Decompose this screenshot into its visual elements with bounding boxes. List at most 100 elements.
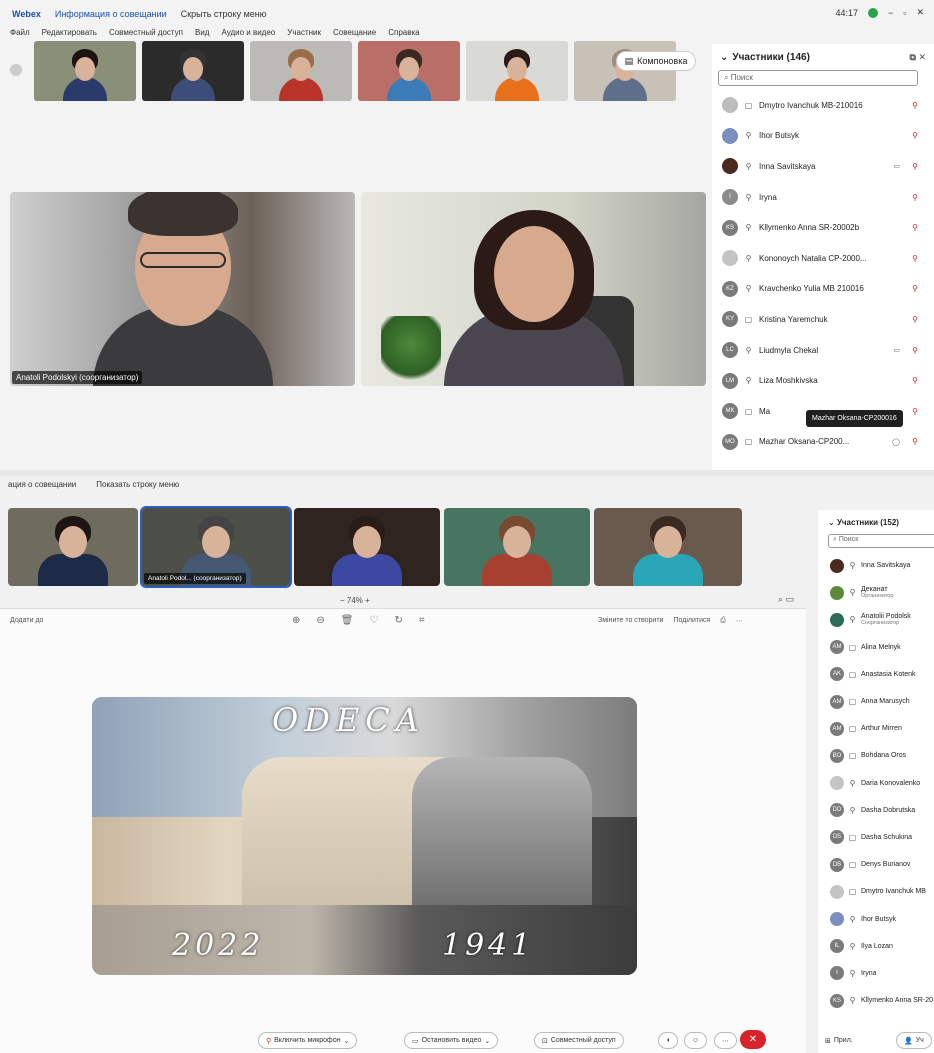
mic-button[interactable]: ⚲ Включить микрофон ⌄ [258,1032,358,1049]
participant-row[interactable]: AM ▢ Alina Melnyk [818,634,934,661]
popout-close-icon[interactable]: ⧉ ✕ [910,52,926,63]
participant-row[interactable]: ⚲ Деканат Организатор [818,579,934,606]
participant-row[interactable]: LM ⚲ Liza Moshkivska ⚲ [712,365,934,396]
reactions-button[interactable]: ☺ [684,1032,708,1049]
chevron-down-icon[interactable]: ⌄ [484,1037,490,1045]
participant-video-thumb[interactable] [594,508,742,586]
participant-row[interactable]: ⚲ Inna Savitskaya [818,552,934,579]
close-button[interactable]: ✕ [916,7,924,18]
menu-item[interactable]: Совещание [333,28,376,42]
minimize-button[interactable]: − [888,8,893,18]
participant-row[interactable]: DS ▢ Dasha Schukina [818,824,934,851]
view-options-icon[interactable]: ⌕ ▭ [778,594,794,605]
participant-video-thumb[interactable] [466,41,568,101]
mic-muted-icon[interactable]: ⚲ [912,376,918,385]
participant-row[interactable]: ⚲ Inna Savitskaya ▭ ⚲ [712,151,934,182]
participant-row[interactable]: LC ⚲ Liudmyla Chekal ▭ ⚲ [712,335,934,366]
participant-row[interactable]: AK ▢ Anastasia Kotenk [818,661,934,688]
participant-row[interactable]: KY ▢ Kristina Yaremchuk ⚲ [712,304,934,335]
video-button[interactable]: ▭ Остановить видео ⌄ [404,1032,499,1049]
participant-row[interactable]: KZ ⚲ Kravchenko Yulia MB 210016 ⚲ [712,274,934,305]
participant-row[interactable]: DD ⚲ Dasha Dobrutska [818,797,934,824]
participant-row[interactable]: KS ⚲ Kllymenko Anna SR-20002b ⚲ [712,212,934,243]
hide-menu-button[interactable]: Скрыть строку меню [181,9,267,19]
menu-item[interactable]: Файл [10,28,30,42]
layout-button[interactable]: ▤ Компоновка [616,51,696,71]
participant-row[interactable]: ▢ Dmytro Ivanchuk MB-210016 ⚲ [712,90,934,121]
heart-icon[interactable]: ♡ [369,615,378,626]
mic-muted-icon[interactable]: ⚲ [912,437,918,446]
chevron-down-icon[interactable]: ⌄ [828,518,835,527]
more-icon[interactable]: ⋯ [736,617,743,625]
participant-row[interactable]: KS ⚲ Kllymenko Anna SR-20 [818,987,934,1014]
menu-item[interactable]: Редактировать [42,28,97,42]
menu-item[interactable]: Совместный доступ [109,28,183,42]
restore-button[interactable]: ▫ [903,8,906,18]
participant-row[interactable]: ⚲ Ihor Butsyk ⚲ [712,121,934,152]
crop-icon[interactable]: ⌗ [419,615,425,626]
meeting-info-button[interactable]: Информация о совещании [55,9,167,19]
chevron-down-icon[interactable]: ⌄ [344,1037,350,1045]
participants-header[interactable]: ⌄ Участники (152) [818,510,934,532]
participant-row[interactable]: ▢ Dmytro Ivanchuk MB [818,878,934,905]
edit-create-button[interactable]: Зміните то створити [598,617,663,625]
participant-row[interactable]: BO ▢ Bohdana Oros [818,742,934,769]
participant-row[interactable]: I ⚲ Iryna ⚲ [712,182,934,213]
participants-toggle-button[interactable]: 👤 Уч [896,1032,932,1049]
participants-search-input[interactable]: ⌕ Поиск [718,70,918,86]
participant-row[interactable]: I ⚲ Iryna [818,960,934,987]
print-icon[interactable]: ⎙ [720,617,726,625]
share-button[interactable]: Поділитися [673,617,710,625]
participant-row[interactable]: ⚲ Anatolii Podolsk Соорганизатор [818,606,934,633]
add-to-button[interactable]: Додати до [10,617,43,624]
main-video-tile[interactable]: Anatoli Podolskyi (соорганизатор) [10,192,355,386]
participants-header[interactable]: ⌄ Участники (146) ⧉ ✕ [712,44,934,70]
zoom-out-icon[interactable]: ⊖ [316,615,324,626]
zoom-in-icon[interactable]: ⊕ [292,615,300,626]
chevron-down-icon[interactable]: ⌄ [720,52,728,63]
participant-row[interactable]: MO ▢ Mazhar Oksana-CP200... ◯ ⚲ [712,427,934,458]
participant-row[interactable]: ⚲ Kononoych Natalia CP-2000... ⚲ [712,243,934,274]
delete-icon[interactable]: 🗑 [341,615,354,626]
apps-button[interactable]: ⊞ Прил. [818,1032,860,1049]
participant-row[interactable]: AM ▢ Arthur Mirren [818,715,934,742]
participant-row[interactable]: ⚲ Ihor Butsyk [818,905,934,932]
menu-item[interactable]: Участник [287,28,321,42]
menu-item[interactable]: Аудио и видео [221,28,275,42]
participant-video-thumb[interactable] [250,41,352,101]
share-button[interactable]: ⊡ Совместный доступ [534,1032,624,1049]
meeting-info-button[interactable]: ация о совещании [8,480,76,496]
strip-scroll-left-icon[interactable] [10,64,22,76]
end-call-button[interactable]: ✕ [740,1030,766,1049]
mic-muted-icon[interactable]: ⚲ [912,101,918,110]
more-options-button[interactable]: ⋯ [714,1032,737,1049]
participant-video-thumb[interactable] [574,41,676,101]
participant-video-thumb[interactable] [294,508,440,586]
mic-muted-icon[interactable]: ⚲ [912,254,918,263]
participant-row[interactable]: AM ▢ Anna Marusych [818,688,934,715]
zoom-control[interactable]: − 74% + [340,596,370,605]
participant-row[interactable]: IL ⚲ Ilya Lozan [818,933,934,960]
mic-muted-icon[interactable]: ⚲ [912,346,918,355]
menu-item[interactable]: Вид [195,28,209,42]
participant-video-thumb[interactable] [34,41,136,101]
mic-muted-icon[interactable]: ⚲ [912,162,918,171]
participant-video-thumb[interactable] [8,508,138,586]
secondary-video-tile[interactable] [361,192,706,386]
mic-muted-icon[interactable]: ⚲ [912,315,918,324]
mic-muted-icon[interactable]: ⚲ [912,131,918,140]
participants-search-input[interactable]: ⌕ Поиск [828,534,934,548]
menu-item[interactable]: Справка [388,28,419,42]
participant-video-thumb[interactable]: Anatoli Podol... (соорганизатор) [140,506,292,588]
mic-muted-icon[interactable]: ⚲ [912,223,918,232]
record-button[interactable]: ◖ [658,1032,679,1049]
rotate-icon[interactable]: ↻ [394,615,402,626]
participant-row[interactable]: ⚲ Daria Konovalenko [818,770,934,797]
participant-video-thumb[interactable] [444,508,590,586]
participant-video-thumb[interactable] [142,41,244,101]
mic-muted-icon[interactable]: ⚲ [912,284,918,293]
mic-muted-icon[interactable]: ⚲ [912,407,918,416]
show-menu-button[interactable]: Показать строку меню [96,480,179,496]
mic-muted-icon[interactable]: ⚲ [912,193,918,202]
participant-row[interactable]: DB ▢ Denys Burianov [818,851,934,878]
